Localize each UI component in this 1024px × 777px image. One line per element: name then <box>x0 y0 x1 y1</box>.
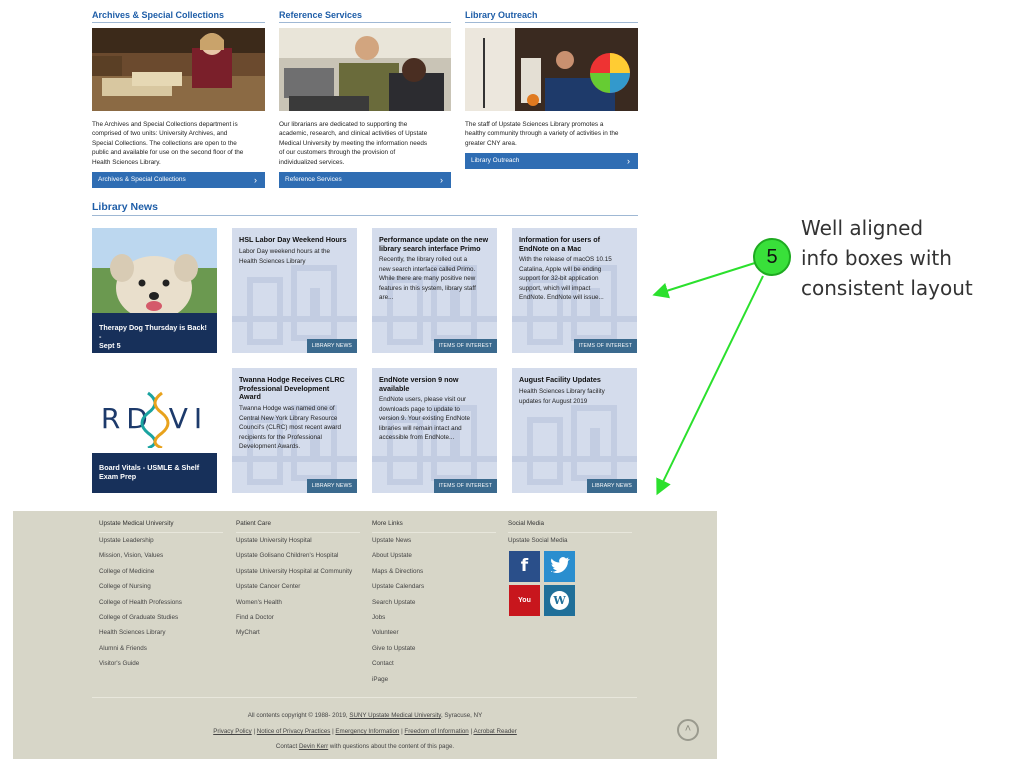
facebook-icon[interactable]: f <box>509 551 540 582</box>
footer-link[interactable]: College of Graduate Studies <box>99 610 223 625</box>
footer-link[interactable]: Mission, Vision, Values <box>99 548 223 563</box>
footer-link[interactable]: Visitor's Guide <box>99 656 223 671</box>
footer-link[interactable]: Search Upstate <box>372 595 496 610</box>
footer-link[interactable]: Upstate Calendars <box>372 579 496 594</box>
footer-link[interactable]: Upstate Social Media <box>508 533 632 548</box>
emergency-info-link[interactable]: Emergency Information <box>335 728 399 735</box>
footer-link[interactable]: Jobs <box>372 610 496 625</box>
footer-column: Upstate Medical University Upstate Leade… <box>99 519 223 672</box>
suny-link[interactable]: SUNY Upstate Medical University <box>349 712 441 719</box>
footer-column: Patient Care Upstate University Hospital… <box>236 519 360 641</box>
chevron-up-icon: ˄ <box>684 723 692 735</box>
annotation-number-badge: 5 <box>753 238 791 276</box>
footer-link[interactable]: Upstate Cancer Center <box>236 579 360 594</box>
footer-divider <box>92 697 637 698</box>
annotation-text: Well aligned info boxes with consistent … <box>801 216 973 300</box>
footer-link[interactable]: Alumni & Friends <box>99 641 223 656</box>
footer-link[interactable]: Volunteer <box>372 625 496 640</box>
footer-link[interactable]: Upstate University Hospital at Community <box>236 564 360 579</box>
privacy-practices-link[interactable]: Notice of Privacy Practices <box>257 728 331 735</box>
acrobat-reader-link[interactable]: Acrobat Reader <box>473 728 516 735</box>
footer-link[interactable]: Give to Upstate <box>372 641 496 656</box>
footer-link[interactable]: Contact <box>372 656 496 671</box>
footer-link[interactable]: College of Nursing <box>99 579 223 594</box>
site-footer: Upstate Medical University Upstate Leade… <box>13 511 717 759</box>
footer-link[interactable]: Upstate News <box>372 533 496 548</box>
youtube-icon[interactable]: You <box>509 585 540 616</box>
footer-link[interactable]: More Links <box>372 519 496 533</box>
contact-text: Contact Devin Kerr with questions about … <box>275 743 455 750</box>
privacy-policy-link[interactable]: Privacy Policy <box>213 728 252 735</box>
footer-link[interactable]: Women's Health <box>236 595 360 610</box>
copyright-text: All contents copyright © 1988- 2019, SUN… <box>247 712 483 719</box>
back-to-top-button[interactable]: ˄ <box>677 719 699 741</box>
footer-link[interactable]: Social Media <box>508 519 632 533</box>
footer-column: Social Media Upstate Social Media <box>508 519 632 548</box>
foi-link[interactable]: Freedom of Information <box>404 728 468 735</box>
footer-link[interactable]: iPage <box>372 672 496 687</box>
footer-link[interactable]: College of Medicine <box>99 564 223 579</box>
footer-link[interactable]: Find a Doctor <box>236 610 360 625</box>
wordpress-icon[interactable]: W <box>544 585 575 616</box>
contact-person-link[interactable]: Devin Kerr <box>299 743 328 750</box>
footer-link[interactable]: Upstate Leadership <box>99 533 223 548</box>
legal-links: Privacy Policy | Notice of Privacy Pract… <box>213 728 517 735</box>
footer-link[interactable]: Health Sciences Library <box>99 625 223 640</box>
footer-link[interactable]: Upstate Medical University <box>99 519 223 533</box>
footer-link[interactable]: College of Health Professions <box>99 595 223 610</box>
footer-link[interactable]: Patient Care <box>236 519 360 533</box>
footer-link[interactable]: Upstate Golisano Children's Hospital <box>236 548 360 563</box>
twitter-icon[interactable] <box>544 551 575 582</box>
footer-link[interactable]: About Upstate <box>372 548 496 563</box>
footer-link[interactable]: MyChart <box>236 625 360 640</box>
footer-link[interactable]: Upstate University Hospital <box>236 533 360 548</box>
footer-column: More Links Upstate News About Upstate Ma… <box>372 519 496 687</box>
footer-link[interactable]: Maps & Directions <box>372 564 496 579</box>
